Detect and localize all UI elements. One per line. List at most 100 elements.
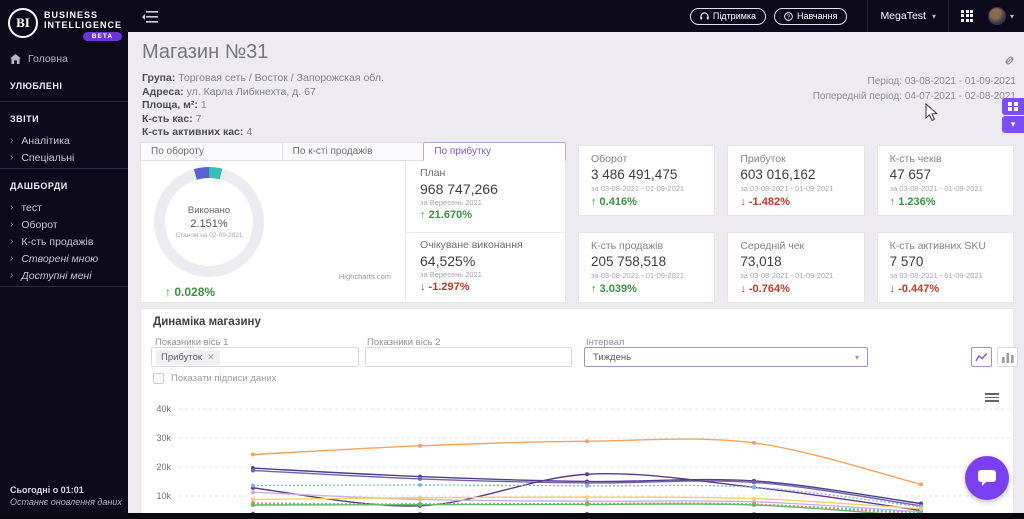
topbar: Підтримка ? Навчання MegaTest ▾ ▾ <box>128 0 1024 32</box>
support-button[interactable]: Підтримка <box>689 7 767 25</box>
sidebar-item-label: Головна <box>28 53 68 65</box>
period-text: Період: 03-08-2021 - 01-09-2021 <box>867 76 1016 87</box>
show-data-labels-label: Показати підписи даних <box>171 373 277 384</box>
chip-remove-icon[interactable]: ✕ <box>207 352 215 363</box>
sidebar-item-label: тест <box>21 201 42 214</box>
plan-delta: ↑ 21.670% <box>420 209 472 221</box>
gauge-percent: 2.151% <box>190 218 228 230</box>
sidebar-item-available-to-me[interactable]: › Доступні мені <box>0 267 128 284</box>
gauge-as-of: Станом на 02-09-2021 <box>175 232 243 239</box>
interval-select[interactable]: Тиждень ▾ <box>584 347 868 367</box>
bar-chart-toggle[interactable] <box>997 347 1018 367</box>
plan-gauge-panel: Виконано 2.151% Станом на 02-09-2021 Hig… <box>140 161 567 303</box>
chevron-down-icon: ▾ <box>931 11 936 21</box>
axis2-input[interactable] <box>365 347 572 367</box>
completion-donut-chart: Виконано 2.151% Станом на 02-09-2021 <box>154 167 264 277</box>
sidebar-item-turnover[interactable]: › Оборот <box>0 216 128 233</box>
kpi-card-receipts: К-сть чеків 47 657 за 03-08-2021 - 01-09… <box>876 145 1014 216</box>
tab-by-profit[interactable]: По прибутку <box>423 142 567 161</box>
apps-grid-button[interactable] <box>960 9 974 23</box>
headset-icon <box>700 11 709 20</box>
tab-by-turnover[interactable]: По обороту <box>140 142 282 161</box>
logo-line1: BUSINESS <box>44 10 99 20</box>
plan-block: План 968 747,266 за Вересень 2021 ↑ 21.6… <box>406 161 567 232</box>
kpi-card-avg-receipt: Середній чек 73,018 за 03-08-2021 - 01-0… <box>727 232 865 303</box>
axis1-chip[interactable]: Прибуток ✕ <box>156 349 220 365</box>
last-update-time: Сьогодні о 01:01 <box>10 485 84 495</box>
bi-logo-icon: BI <box>8 8 38 38</box>
tab-by-sales-count[interactable]: По к-сті продажів <box>281 142 424 161</box>
home-icon <box>10 54 21 64</box>
sidebar-item-test[interactable]: › тест <box>0 199 128 216</box>
detail-row: К-сть кас: 7 <box>142 112 202 125</box>
flyout-collapse-button[interactable]: ▾ <box>1002 116 1024 133</box>
chevron-right-icon: › <box>10 202 14 213</box>
chevron-right-icon: › <box>10 135 14 146</box>
sidebar-item-label: Створені мною <box>21 252 99 265</box>
divider <box>867 0 869 32</box>
app-logo: BI BUSINESS INTELLIGENCE BETA <box>0 0 128 47</box>
sidebar-section-favorites: УЛЮБЛЕНІ <box>10 81 63 91</box>
axis1-input[interactable]: Прибуток ✕ <box>151 347 359 367</box>
side-flyout: ▾ <box>1002 98 1024 133</box>
show-data-labels-checkbox[interactable] <box>153 373 164 384</box>
account-menu-button[interactable]: MegaTest ▾ <box>880 10 936 22</box>
sidebar-section-reports: ЗВІТИ <box>10 114 40 124</box>
main-content: Магазин №31 Група: Торговая сеть / Восто… <box>128 32 1024 519</box>
training-button[interactable]: ? Навчання <box>774 7 848 25</box>
divider <box>947 0 949 32</box>
chevron-down-icon: ▾ <box>1010 119 1016 129</box>
kpi-card-active-sku: К-сть активних SKU 7 570 за 03-08-2021 -… <box>876 232 1014 303</box>
gauge-delta: ↑ 0.028% <box>165 285 216 299</box>
divider <box>0 286 128 287</box>
divider <box>0 101 128 102</box>
flyout-dashboard-button[interactable] <box>1002 98 1024 115</box>
user-avatar[interactable] <box>987 7 1006 25</box>
page-title: Магазин №31 <box>142 41 269 63</box>
kpi-card-profit: Прибуток 603 016,162 за 03-08-2021 - 01-… <box>727 145 865 216</box>
gauge-section: Виконано 2.151% Станом на 02-09-2021 Hig… <box>141 161 406 303</box>
bottom-strip <box>0 513 1024 519</box>
chevron-right-icon: › <box>10 270 14 281</box>
divider <box>0 168 128 169</box>
beta-badge: BETA <box>82 32 123 41</box>
gauge-label: Виконано <box>187 205 231 216</box>
kpi-card-turnover: Оборот 3 486 491,475 за 03-08-2021 - 01-… <box>578 145 716 216</box>
detail-row: Адреса: ул. Карла Либкнехта, д. 67 <box>142 85 316 98</box>
sidebar-item-special[interactable]: › Спеціальні <box>0 149 128 166</box>
bar-chart-icon <box>1001 352 1014 363</box>
sidebar-item-label: Доступні мені <box>21 269 92 282</box>
chat-bubble-icon <box>978 470 996 486</box>
line-chart-icon <box>975 352 988 361</box>
support-label: Підтримка <box>712 11 757 21</box>
sidebar-section-dashboards: ДАШБОРДИ <box>10 181 68 191</box>
interval-value: Тиждень <box>593 351 632 363</box>
highcharts-credit: Highcharts.com <box>338 272 391 281</box>
kpi-card-sales-count: К-сть продажів 205 758,518 за 03-08-2021… <box>578 232 716 303</box>
dynamics-title: Динаміка магазину <box>153 316 261 328</box>
show-data-labels-row: Показати підписи даних <box>153 373 276 384</box>
question-circle-icon: ? <box>784 11 793 21</box>
line-chart-toggle[interactable] <box>971 347 992 367</box>
sidebar-item-created-by-me[interactable]: › Створені мною <box>0 250 128 267</box>
collapse-sidebar-icon <box>142 11 158 23</box>
prev-period-text: Попередній період: 04-07-2021 - 02-08-20… <box>812 90 1016 102</box>
sidebar-footer: Сьогодні о 01:01 Останнє оновлення даних <box>10 485 122 507</box>
sidebar-item-sales-count[interactable]: › К-сть продажів <box>0 233 128 250</box>
collapse-sidebar-button[interactable] <box>142 10 158 23</box>
svg-text:10k: 10k <box>156 491 171 501</box>
logo-line2: INTELLIGENCE <box>44 20 123 30</box>
last-update-note: Останнє оновлення даних <box>10 497 122 507</box>
sidebar-item-label: Спеціальні <box>21 151 75 164</box>
sidebar-item-label: Оборот <box>21 218 58 231</box>
dynamics-chart: 40k 30k 20k 10k <box>141 389 1013 519</box>
sidebar-item-home[interactable]: Головна <box>0 47 128 71</box>
share-link-icon[interactable] <box>1003 54 1016 72</box>
period-block: Період: 03-08-2021 - 01-09-2021 Попередн… <box>813 54 1016 104</box>
chevron-down-icon[interactable]: ▾ <box>1010 12 1014 21</box>
sidebar: BI BUSINESS INTELLIGENCE BETA Головна УЛ… <box>0 0 128 519</box>
sidebar-item-analytics[interactable]: › Аналітика <box>0 132 128 149</box>
training-label: Навчання <box>797 11 838 21</box>
chevron-right-icon: › <box>10 152 14 163</box>
chat-fab-button[interactable] <box>965 456 1009 500</box>
